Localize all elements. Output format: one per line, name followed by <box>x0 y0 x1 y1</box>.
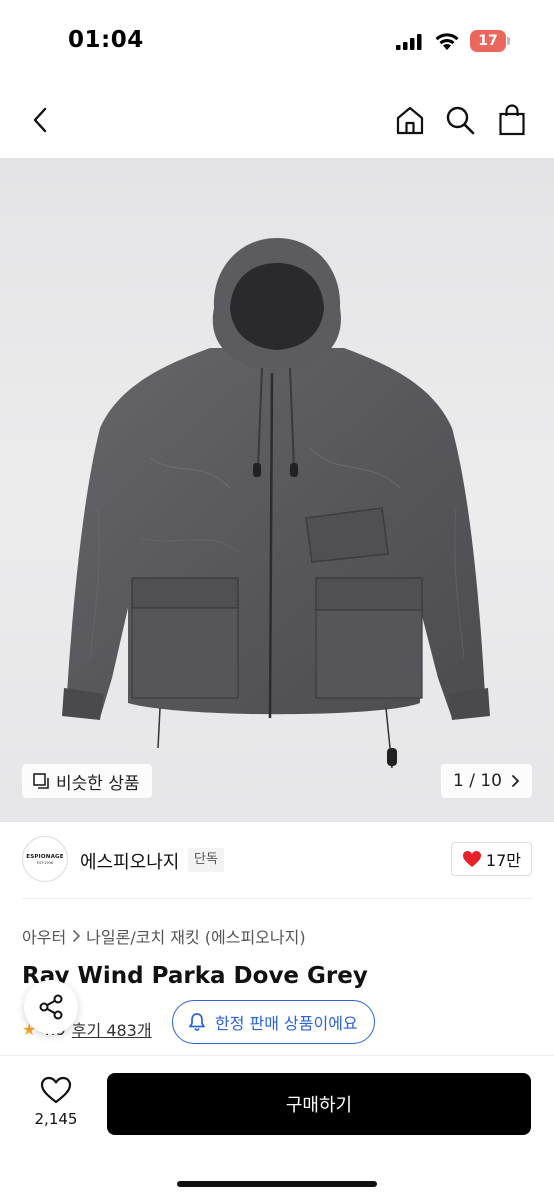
brand-logo-text: ESPIONAGE <box>26 853 64 860</box>
home-button[interactable] <box>392 102 428 138</box>
battery-text: 17 <box>478 33 498 49</box>
home-icon <box>396 106 424 135</box>
limited-sale-notice[interactable]: 한정 판매 상품이에요 <box>172 1000 375 1044</box>
breadcrumb: 아우터 나일론/코치 재킷 (에스피오나지) <box>22 924 306 948</box>
brand-logo[interactable]: ESPIONAGE EST.1996 <box>22 836 68 882</box>
cart-button[interactable] <box>494 102 530 138</box>
heart-filled-icon <box>462 851 481 867</box>
wishlist-count: 2,145 <box>34 1110 78 1128</box>
home-indicator <box>177 1181 377 1187</box>
image-pager[interactable]: 1 / 10 <box>441 764 532 798</box>
search-icon <box>446 106 475 135</box>
similar-products-button[interactable]: 비슷한 상품 <box>22 764 152 798</box>
chevron-right-icon <box>73 930 81 942</box>
product-title: Ray Wind Parka Dove Grey <box>22 963 368 989</box>
heart-outline-icon <box>40 1076 72 1104</box>
battery-indicator: 17 <box>470 30 510 52</box>
status-bar: 01:04 17 <box>0 0 554 80</box>
bell-icon <box>189 1013 205 1031</box>
product-image-gallery[interactable]: 비슷한 상품 1 / 10 <box>0 158 554 822</box>
divider <box>22 898 532 899</box>
back-button[interactable] <box>22 102 58 138</box>
wishlist-button[interactable]: 2,145 <box>26 1076 86 1136</box>
share-button[interactable] <box>24 980 78 1034</box>
bottom-action-bar: 2,145 구매하기 <box>0 1056 554 1200</box>
brand-name[interactable]: 에스피오나지 <box>80 848 179 874</box>
brand-like-count: 17만 <box>485 851 521 870</box>
search-button[interactable] <box>442 102 478 138</box>
exclusive-badge: 단독 <box>188 848 224 872</box>
wifi-icon <box>435 33 459 50</box>
product-image <box>62 238 490 769</box>
status-time: 01:04 <box>68 27 144 53</box>
chevron-right-icon <box>512 775 520 787</box>
brand-like-button[interactable]: 17만 <box>450 842 532 876</box>
nav-header <box>0 80 554 158</box>
buy-button[interactable]: 구매하기 <box>107 1073 531 1135</box>
back-icon <box>33 107 47 133</box>
battery-tip <box>507 37 510 45</box>
review-link[interactable]: 후기 483개 <box>72 1017 152 1041</box>
share-icon <box>39 994 63 1020</box>
brand-logo-sub: EST.1996 <box>36 860 54 865</box>
limited-sale-text: 한정 판매 상품이에요 <box>215 1014 358 1033</box>
brand-row: ESPIONAGE EST.1996 에스피오나지 단독 17만 <box>22 836 532 886</box>
breadcrumb-subcategory[interactable]: 나일론/코치 재킷 (에스피오나지) <box>86 924 305 948</box>
signal-icon <box>396 34 422 50</box>
similar-items-icon <box>33 773 49 789</box>
shopping-bag-icon <box>499 104 525 136</box>
image-pager-text: 1 / 10 <box>453 771 502 791</box>
breadcrumb-category[interactable]: 아우터 <box>22 924 66 948</box>
similar-products-label: 비슷한 상품 <box>56 773 140 794</box>
